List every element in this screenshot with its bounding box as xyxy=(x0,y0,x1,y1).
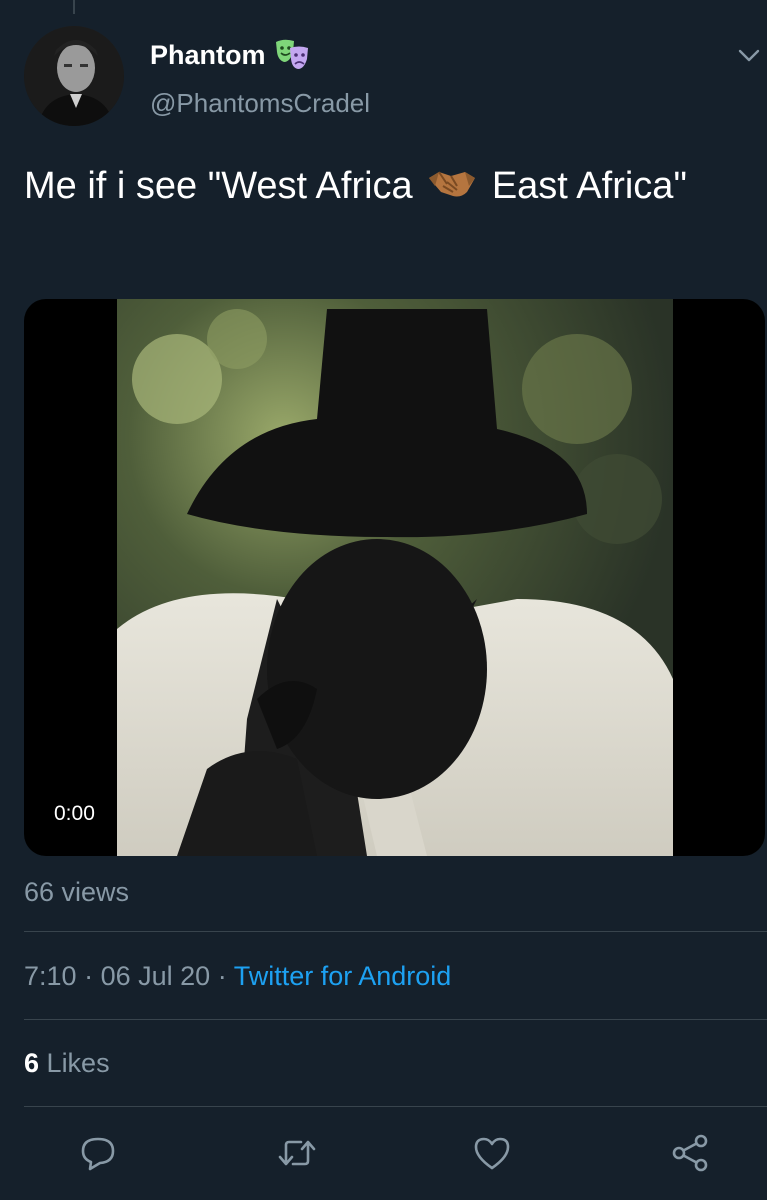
tweet-source-link[interactable]: Twitter for Android xyxy=(234,961,452,991)
author-handle[interactable]: @PhantomsCradel xyxy=(150,88,370,119)
likes-label: Likes xyxy=(46,1048,110,1078)
author-display-name[interactable]: Phantom xyxy=(150,40,266,71)
view-count: 66 views xyxy=(24,877,130,907)
chevron-down-icon[interactable] xyxy=(735,42,763,70)
retweet-icon[interactable] xyxy=(277,1133,317,1173)
author-name-row[interactable]: Phantom xyxy=(150,38,310,72)
share-icon[interactable] xyxy=(670,1133,710,1173)
handshake-icon xyxy=(429,171,476,197)
theater-masks-icon xyxy=(275,39,308,69)
thread-connector-line xyxy=(73,0,75,14)
video-player[interactable]: 0:00 xyxy=(24,299,765,856)
video-timestamp: 0:00 xyxy=(42,796,107,832)
meta-separator: · xyxy=(84,961,94,991)
likes-number: 6 xyxy=(24,1048,40,1078)
tweet-meta: 7:10 · 06 Jul 20 · Twitter for Android xyxy=(24,961,451,992)
tweet-text-part1: Me if i see "West Africa xyxy=(24,165,413,207)
divider xyxy=(24,931,767,932)
avatar-image xyxy=(24,26,124,126)
likes-count[interactable]: 6 Likes xyxy=(24,1048,110,1079)
tweet-text-part2: East Africa" xyxy=(491,165,687,207)
divider xyxy=(24,1106,767,1107)
divider xyxy=(24,1019,767,1020)
reply-icon[interactable] xyxy=(78,1133,118,1173)
video-frame xyxy=(117,299,673,856)
avatar[interactable] xyxy=(24,26,124,126)
tweet-time: 7:10 xyxy=(24,961,77,991)
tweet-text: Me if i see "West Africa East Africa" xyxy=(24,162,724,209)
tweet-date: 06 Jul 20 xyxy=(100,961,211,991)
meta-separator: · xyxy=(217,961,227,991)
like-icon[interactable] xyxy=(472,1133,512,1173)
